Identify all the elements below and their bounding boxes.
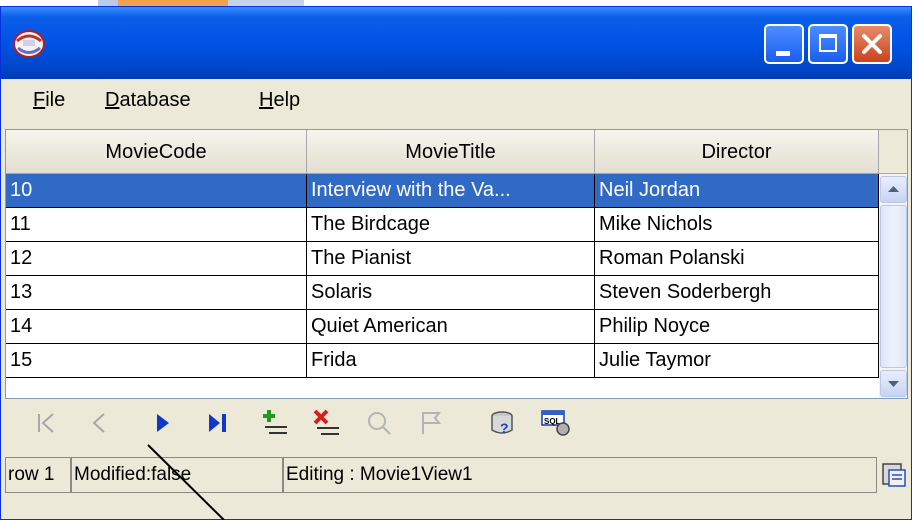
previous-record-icon bbox=[92, 413, 105, 433]
last-record-icon bbox=[209, 414, 226, 432]
next-record-button[interactable] bbox=[145, 407, 179, 439]
app-globe-icon[interactable] bbox=[11, 27, 47, 61]
table-row[interactable]: 10 Interview with the Va... Neil Jordan bbox=[6, 174, 879, 208]
navigation-toolbar: ? SQL bbox=[5, 401, 908, 445]
cell-moviecode[interactable]: 15 bbox=[6, 344, 307, 378]
cell-movietitle[interactable]: Interview with the Va... bbox=[307, 174, 595, 208]
rollback-icon bbox=[422, 412, 442, 434]
cell-moviecode[interactable]: 11 bbox=[6, 208, 307, 242]
scroll-thumb[interactable] bbox=[880, 205, 907, 368]
previous-record-button[interactable] bbox=[83, 407, 117, 439]
title-bar[interactable] bbox=[1, 7, 911, 79]
last-record-button[interactable] bbox=[201, 407, 235, 439]
cell-movietitle[interactable]: Quiet American bbox=[307, 310, 595, 344]
scroll-down-button[interactable] bbox=[880, 370, 907, 397]
sql-button[interactable]: SQL bbox=[539, 407, 573, 439]
close-button[interactable] bbox=[852, 24, 892, 64]
insert-record-button[interactable] bbox=[257, 407, 291, 439]
table-row[interactable]: 15 Frida Julie Taymor bbox=[6, 344, 879, 378]
table-row[interactable]: 12 The Pianist Roman Polanski bbox=[6, 242, 879, 276]
minimize-button[interactable] bbox=[764, 24, 804, 64]
column-header-director[interactable]: Director bbox=[595, 130, 879, 174]
status-row: row 1 bbox=[5, 457, 71, 493]
status-modified: Modified:false bbox=[71, 457, 283, 493]
menu-database[interactable]: Database bbox=[105, 89, 191, 112]
header-corner bbox=[879, 130, 907, 174]
find-button[interactable]: ? bbox=[487, 407, 521, 439]
delete-record-icon bbox=[313, 409, 339, 435]
cell-director[interactable]: Steven Soderbergh bbox=[595, 276, 879, 310]
cell-movietitle[interactable]: The Birdcage bbox=[307, 208, 595, 242]
maximize-icon bbox=[819, 34, 837, 52]
status-editing: Editing : Movie1View1 bbox=[283, 457, 877, 493]
vertical-scrollbar[interactable] bbox=[879, 174, 907, 398]
close-icon bbox=[862, 34, 882, 54]
commit-button[interactable] bbox=[363, 407, 397, 439]
cell-moviecode[interactable]: 12 bbox=[6, 242, 307, 276]
cell-director[interactable]: Julie Taymor bbox=[595, 344, 879, 378]
cell-movietitle[interactable]: Frida bbox=[307, 344, 595, 378]
table-row[interactable]: 14 Quiet American Philip Noyce bbox=[6, 310, 879, 344]
first-record-icon bbox=[38, 413, 54, 433]
table-row[interactable]: 13 Solaris Steven Soderbergh bbox=[6, 276, 879, 310]
arrow-up-icon bbox=[888, 186, 899, 192]
next-record-icon bbox=[157, 414, 169, 432]
delete-record-button[interactable] bbox=[309, 407, 343, 439]
column-header-moviecode[interactable]: MovieCode bbox=[6, 130, 307, 174]
arrow-down-icon bbox=[888, 381, 899, 387]
scroll-up-button[interactable] bbox=[880, 176, 907, 203]
rollback-button[interactable] bbox=[415, 407, 449, 439]
status-bar: row 1 Modified:false Editing : Movie1Vie… bbox=[5, 455, 908, 495]
menu-bar: File Database Help bbox=[1, 79, 911, 123]
cell-movietitle[interactable]: Solaris bbox=[307, 276, 595, 310]
insert-record-icon bbox=[263, 410, 287, 434]
cell-movietitle[interactable]: The Pianist bbox=[307, 242, 595, 276]
movies-table: MovieCode MovieTitle Director 10 Intervi… bbox=[5, 129, 908, 399]
sql-icon: SQL bbox=[541, 410, 570, 436]
find-icon: ? bbox=[491, 411, 513, 436]
cell-moviecode[interactable]: 10 bbox=[6, 174, 307, 208]
cell-moviecode[interactable]: 14 bbox=[6, 310, 307, 344]
menu-file[interactable]: File bbox=[33, 89, 65, 112]
cell-director[interactable]: Neil Jordan bbox=[595, 174, 879, 208]
svg-text:?: ? bbox=[500, 420, 509, 436]
first-record-button[interactable] bbox=[29, 407, 63, 439]
application-window: File Database Help MovieCode MovieTitle … bbox=[0, 6, 912, 520]
minimize-icon bbox=[776, 51, 790, 56]
cell-director[interactable]: Roman Polanski bbox=[595, 242, 879, 276]
commit-icon bbox=[368, 412, 391, 435]
view-info-icon[interactable] bbox=[881, 461, 907, 489]
cell-director[interactable]: Philip Noyce bbox=[595, 310, 879, 344]
column-header-movietitle[interactable]: MovieTitle bbox=[307, 130, 595, 174]
cell-director[interactable]: Mike Nichols bbox=[595, 208, 879, 242]
maximize-button[interactable] bbox=[808, 24, 848, 64]
cell-moviecode[interactable]: 13 bbox=[6, 276, 307, 310]
table-row[interactable]: 11 The Birdcage Mike Nichols bbox=[6, 208, 879, 242]
menu-help[interactable]: Help bbox=[259, 89, 300, 112]
